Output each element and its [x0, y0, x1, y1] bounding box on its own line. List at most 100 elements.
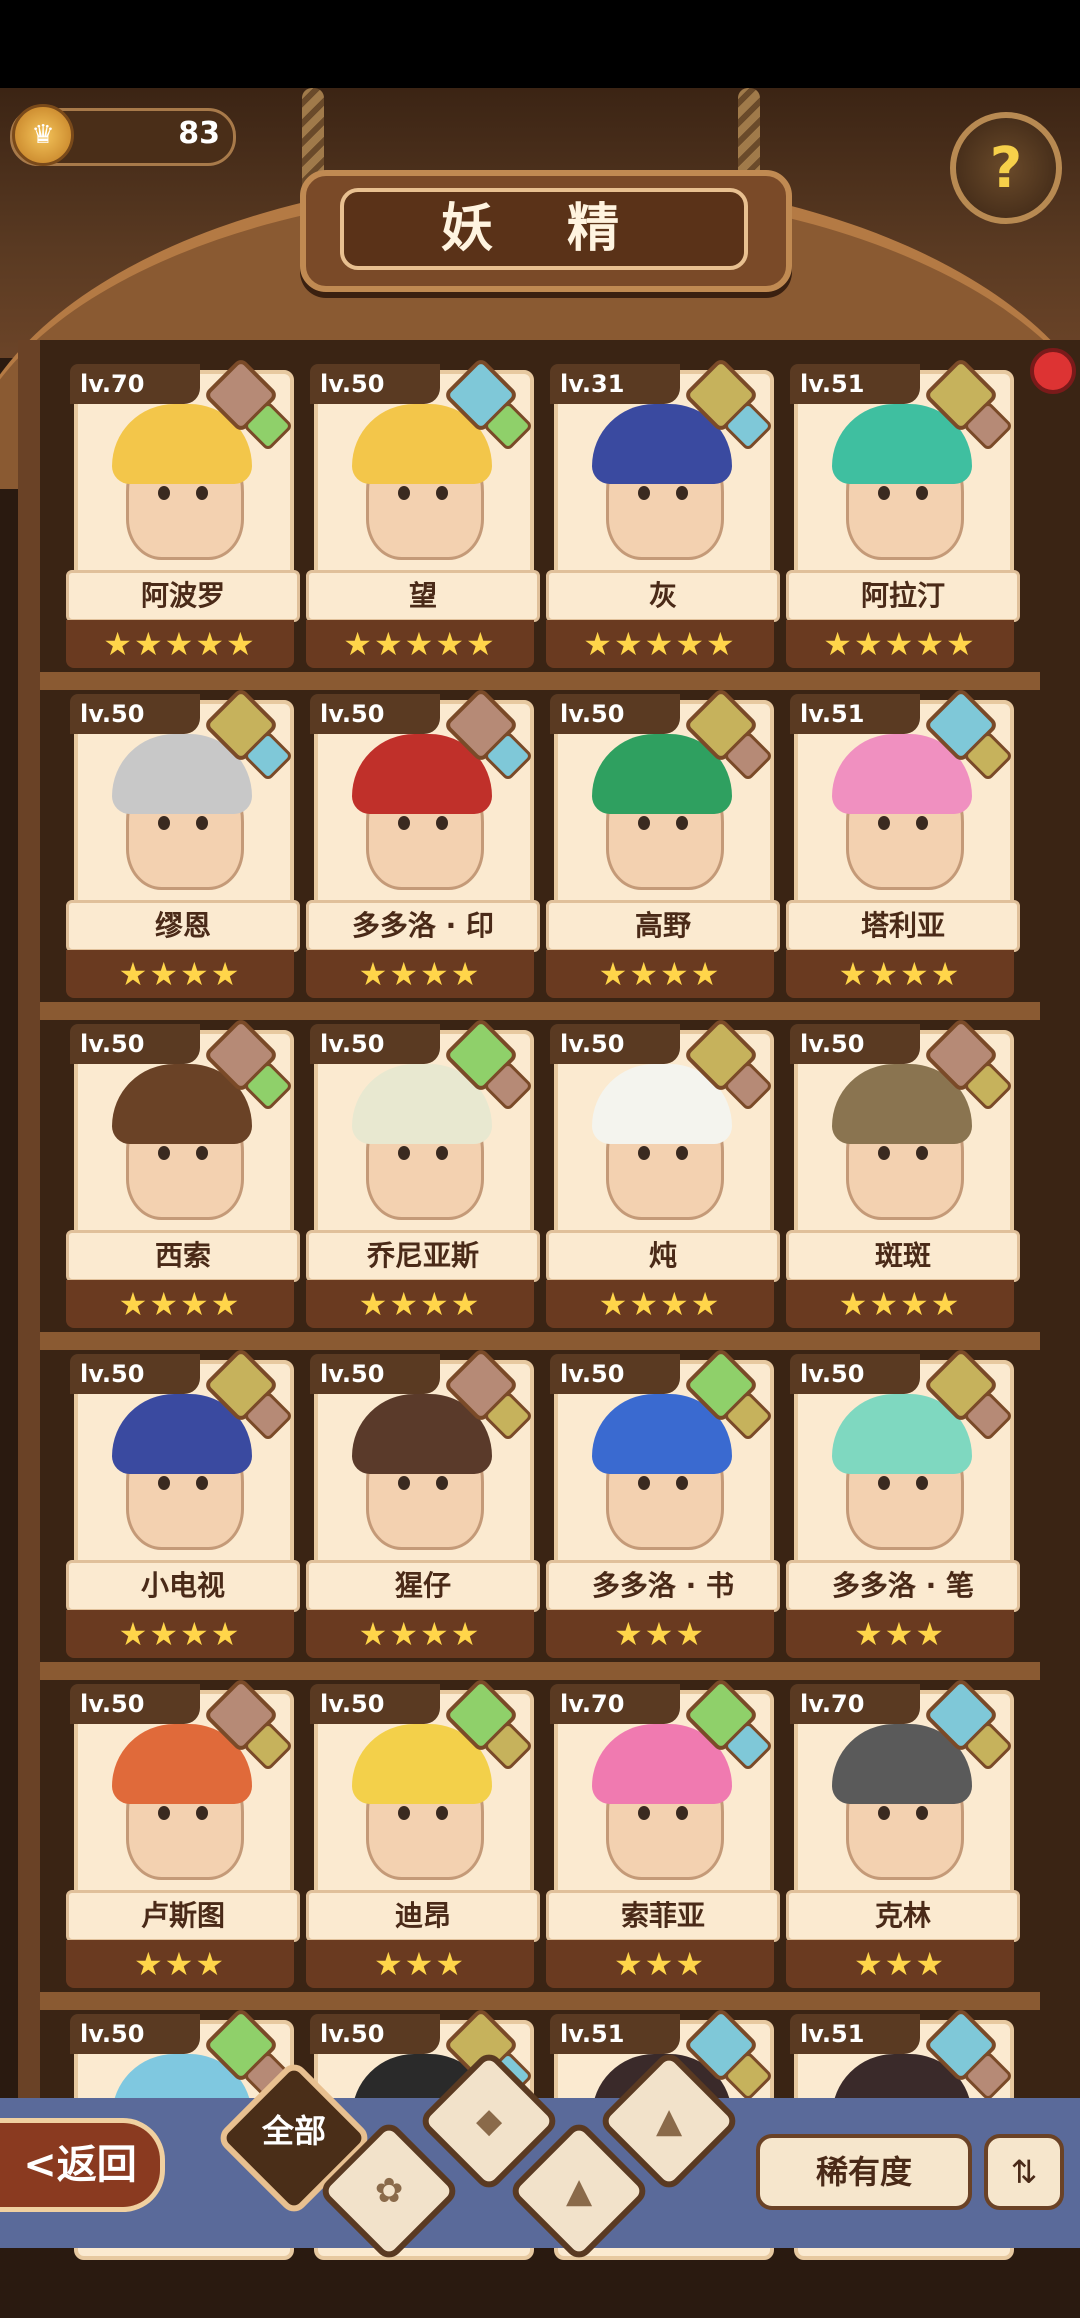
card-name: 乔尼亚斯 [306, 1230, 540, 1282]
star-rating: ★★★★★ [306, 620, 534, 668]
scroll-indicator[interactable] [1030, 348, 1076, 394]
star-rating: ★★★ [306, 1940, 534, 1988]
card-name: 缪恩 [66, 900, 300, 952]
fairy-card[interactable]: lv.50 小电视 ★★★★ [66, 1346, 300, 1658]
star-rating: ★★★★ [306, 1610, 534, 1658]
star-rating: ★★★★ [306, 1280, 534, 1328]
status-bar [0, 0, 1080, 88]
star-rating: ★★★★ [546, 1280, 774, 1328]
shelf [40, 1992, 1040, 2010]
card-level: lv.51 [790, 364, 920, 404]
star-rating: ★★★★ [66, 1280, 294, 1328]
filter-all-label: 全部 [261, 2112, 326, 2150]
fairy-card[interactable]: lv.50 缪恩 ★★★★ [66, 686, 300, 998]
card-name: 索菲亚 [546, 1890, 780, 1942]
fairy-eyes [878, 486, 928, 500]
card-level: lv.50 [550, 694, 680, 734]
card-name: 阿拉汀 [786, 570, 1020, 622]
fairy-card[interactable]: lv.50 多多洛 · 书 ★★★ [546, 1346, 780, 1658]
card-name: 斑斑 [786, 1230, 1020, 1282]
star-rating: ★★★★ [546, 950, 774, 998]
question-icon: ? [989, 135, 1023, 201]
card-level: lv.70 [550, 1684, 680, 1724]
card-level: lv.51 [790, 2014, 920, 2054]
card-level: lv.50 [310, 1024, 440, 1064]
fairy-card[interactable]: lv.50 多多洛 · 笔 ★★★ [786, 1346, 1020, 1658]
fairy-card[interactable]: lv.50 炖 ★★★★ [546, 1016, 780, 1328]
shelf [40, 1002, 1040, 1020]
card-name: 小电视 [66, 1560, 300, 1612]
star-rating: ★★★ [546, 1940, 774, 1988]
card-level: lv.50 [790, 1024, 920, 1064]
help-button[interactable]: ? [950, 112, 1062, 224]
card-name: 望 [306, 570, 540, 622]
star-rating: ★★★★ [306, 950, 534, 998]
card-name: 迪昂 [306, 1890, 540, 1942]
card-name: 高野 [546, 900, 780, 952]
fairy-card[interactable]: lv.50 高野 ★★★★ [546, 686, 780, 998]
fairy-card[interactable]: lv.50 望 ★★★★★ [306, 356, 540, 668]
fairy-card[interactable]: lv.51 阿拉汀 ★★★★★ [786, 356, 1020, 668]
fairy-card[interactable]: lv.50 多多洛 · 印 ★★★★ [306, 686, 540, 998]
fairy-eyes [638, 1146, 688, 1160]
fairy-eyes [878, 1146, 928, 1160]
card-name: 猩仔 [306, 1560, 540, 1612]
card-level: lv.50 [310, 364, 440, 404]
fairy-card[interactable]: lv.50 迪昂 ★★★ [306, 1676, 540, 1988]
water-icon: ◆ [475, 2101, 503, 2141]
card-name: 阿波罗 [66, 570, 300, 622]
fairy-eyes [638, 1476, 688, 1490]
star-rating: ★★★ [786, 1610, 1014, 1658]
fairy-card[interactable]: lv.51 塔利亚 ★★★★ [786, 686, 1020, 998]
coin-count: 83 [178, 116, 220, 151]
star-rating: ★★★★ [66, 1610, 294, 1658]
fairy-eyes [638, 1806, 688, 1820]
star-rating: ★★★ [546, 1610, 774, 1658]
fairy-card[interactable]: lv.50 乔尼亚斯 ★★★★ [306, 1016, 540, 1328]
card-level: lv.50 [310, 1354, 440, 1394]
card-name: 西索 [66, 1230, 300, 1282]
card-level: lv.50 [550, 1354, 680, 1394]
card-name: 克林 [786, 1890, 1020, 1942]
card-name: 灰 [546, 570, 780, 622]
star-rating: ★★★★★ [66, 620, 294, 668]
fairy-card[interactable]: lv.31 灰 ★★★★★ [546, 356, 780, 668]
card-name: 多多洛 · 笔 [786, 1560, 1020, 1612]
fairy-eyes [158, 486, 208, 500]
star-rating: ★★★★ [786, 950, 1014, 998]
card-level: lv.50 [70, 1354, 200, 1394]
fairy-eyes [398, 1146, 448, 1160]
card-level: lv.51 [550, 2014, 680, 2054]
fairy-card[interactable]: lv.70 阿波罗 ★★★★★ [66, 356, 300, 668]
card-level: lv.31 [550, 364, 680, 404]
sort-icon: ⇅ [1010, 2153, 1038, 2191]
card-name: 塔利亚 [786, 900, 1020, 952]
card-level: lv.50 [70, 1024, 200, 1064]
fairy-card[interactable]: lv.50 西索 ★★★★ [66, 1016, 300, 1328]
star-rating: ★★★ [786, 1940, 1014, 1988]
card-level: lv.50 [70, 694, 200, 734]
sort-order-button[interactable]: ⇅ [984, 2134, 1064, 2210]
fairy-eyes [158, 1476, 208, 1490]
card-level: lv.50 [70, 1684, 200, 1724]
fairy-card[interactable]: lv.50 斑斑 ★★★★ [786, 1016, 1020, 1328]
fairy-card[interactable]: lv.50 猩仔 ★★★★ [306, 1346, 540, 1658]
back-button[interactable]: <返回 [0, 2118, 165, 2212]
fairy-card[interactable]: lv.70 克林 ★★★ [786, 1676, 1020, 1988]
fairy-eyes [158, 816, 208, 830]
card-level: lv.50 [310, 2014, 440, 2054]
shelf [40, 1332, 1040, 1350]
card-level: lv.50 [790, 1354, 920, 1394]
fairy-card[interactable]: lv.50 卢斯图 ★★★ [66, 1676, 300, 1988]
page-title: 妖 精 [340, 188, 748, 270]
card-name: 卢斯图 [66, 1890, 300, 1942]
fairy-eyes [638, 816, 688, 830]
shelf [40, 672, 1040, 690]
star-rating: ★★★★★ [546, 620, 774, 668]
card-level: lv.70 [790, 1684, 920, 1724]
rarity-sort-button[interactable]: 稀有度 [756, 2134, 972, 2210]
fairy-card[interactable]: lv.70 索菲亚 ★★★ [546, 1676, 780, 1988]
card-name: 炖 [546, 1230, 780, 1282]
star-rating: ★★★★ [786, 1280, 1014, 1328]
fairy-eyes [398, 1476, 448, 1490]
